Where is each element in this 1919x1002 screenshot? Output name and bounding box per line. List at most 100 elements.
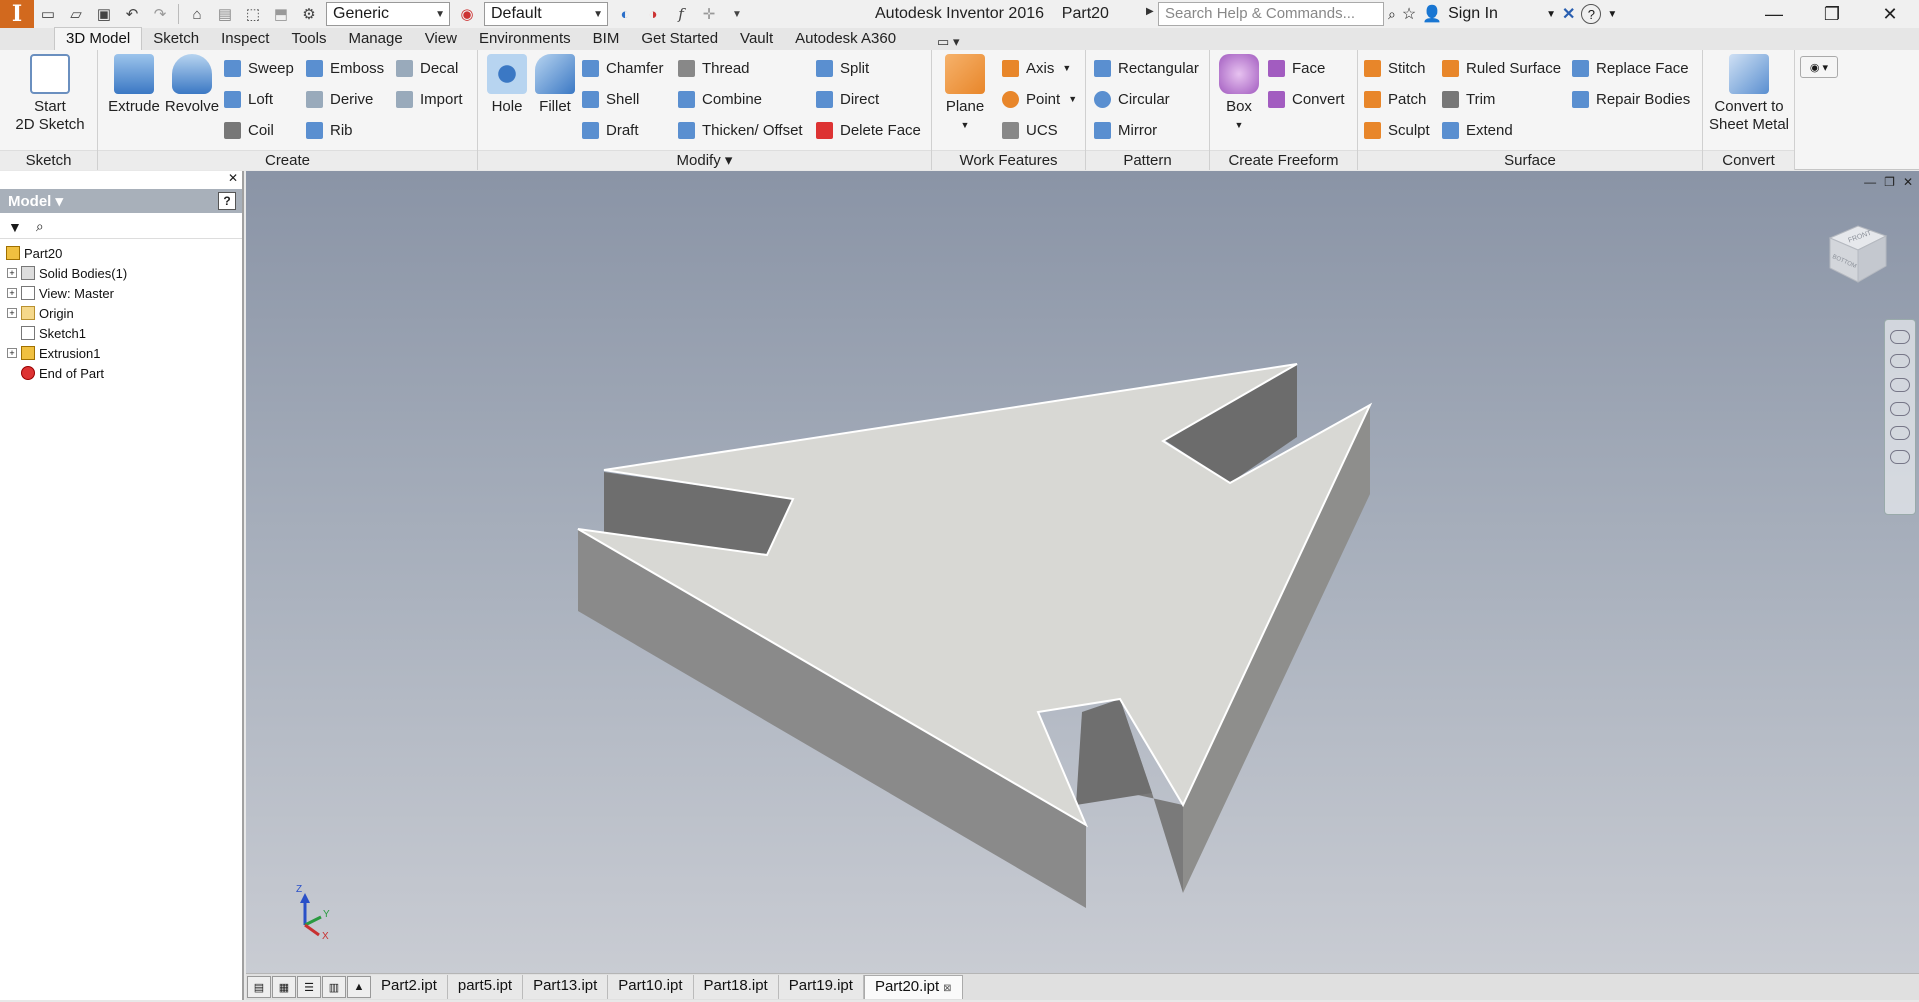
- delete-face-button[interactable]: Delete Face: [816, 119, 921, 141]
- tab-autodesk-a360[interactable]: Autodesk A360: [784, 28, 907, 50]
- steering-wheel-icon[interactable]: [1890, 330, 1910, 344]
- mirror-button[interactable]: Mirror: [1094, 119, 1157, 141]
- binoculars-icon[interactable]: ⌕: [1388, 6, 1396, 23]
- save-icon[interactable]: ▣: [93, 3, 115, 25]
- emboss-button[interactable]: Emboss: [306, 57, 384, 79]
- start-2d-sketch-button[interactable]: Start 2D Sketch: [8, 54, 92, 134]
- panel-label-modify[interactable]: Modify ▾: [478, 150, 931, 170]
- select-icon[interactable]: ⬚: [242, 3, 264, 25]
- close-window-button[interactable]: ✕: [1861, 0, 1919, 28]
- stitch-button[interactable]: Stitch: [1364, 57, 1426, 79]
- cascade-windows-icon[interactable]: ▤: [247, 976, 271, 998]
- fx-icon[interactable]: f: [670, 3, 692, 25]
- rectangular-pattern-button[interactable]: Rectangular: [1094, 57, 1199, 79]
- direct-button[interactable]: Direct: [816, 88, 879, 110]
- pan-icon[interactable]: [1890, 354, 1910, 368]
- material-dropdown[interactable]: Default ▼: [484, 2, 608, 26]
- tree-item-end-of-part[interactable]: End of Part: [0, 363, 242, 383]
- hole-button[interactable]: Hole: [482, 54, 532, 116]
- tab-3d-model[interactable]: 3D Model: [54, 27, 143, 50]
- coil-button[interactable]: Coil: [224, 119, 274, 141]
- replace-face-button[interactable]: Replace Face: [1572, 57, 1689, 79]
- minimize-button[interactable]: —: [1745, 0, 1803, 28]
- viewcube[interactable]: FRONT BOTTOM: [1820, 220, 1892, 290]
- binoculars-icon[interactable]: ⌕: [36, 218, 44, 235]
- expand-icon[interactable]: +: [7, 268, 17, 278]
- chevron-down-icon[interactable]: ▼: [1607, 9, 1617, 20]
- close-icon[interactable]: ✕: [228, 171, 238, 185]
- color-wheel-icon[interactable]: ◉: [456, 3, 478, 25]
- axis-button[interactable]: Axis ▼: [1002, 57, 1071, 79]
- tree-item-origin[interactable]: + Origin: [0, 303, 242, 323]
- inventor-logo-icon[interactable]: I: [0, 0, 34, 28]
- combine-button[interactable]: Combine: [678, 88, 762, 110]
- ruled-surface-button[interactable]: Ruled Surface: [1442, 57, 1561, 79]
- adjust-icon[interactable]: ◐: [614, 3, 636, 25]
- fillet-button[interactable]: Fillet: [530, 54, 580, 116]
- sign-in-button[interactable]: Sign In: [1448, 5, 1540, 23]
- help-icon[interactable]: ?: [1581, 4, 1602, 24]
- star-icon[interactable]: ☆: [1402, 4, 1416, 24]
- part-model[interactable]: [246, 171, 1919, 973]
- tile-vertical-icon[interactable]: ▥: [322, 976, 346, 998]
- point-button[interactable]: Point ▼: [1002, 88, 1077, 110]
- chevron-down-icon[interactable]: ▼: [1546, 9, 1556, 20]
- rib-button[interactable]: Rib: [306, 119, 353, 141]
- measure-icon[interactable]: ✛: [698, 3, 720, 25]
- redo-icon[interactable]: ↷: [149, 3, 171, 25]
- chamfer-button[interactable]: Chamfer: [582, 57, 664, 79]
- tab-inspect[interactable]: Inspect: [210, 28, 280, 50]
- expand-icon[interactable]: +: [7, 308, 17, 318]
- help-icon[interactable]: ?: [218, 192, 236, 210]
- tab-bim[interactable]: BIM: [582, 28, 631, 50]
- box-button[interactable]: Box ▼: [1216, 54, 1262, 134]
- tab-vault[interactable]: Vault: [729, 28, 784, 50]
- tab-sketch[interactable]: Sketch: [142, 28, 210, 50]
- tab-manage[interactable]: Manage: [337, 28, 413, 50]
- close-tab-icon[interactable]: ⊠: [943, 983, 951, 994]
- filter-icon[interactable]: ▼: [8, 219, 22, 235]
- tree-item-part20[interactable]: Part20: [0, 243, 242, 263]
- update-icon[interactable]: ⬒: [270, 3, 292, 25]
- tab-get-started[interactable]: Get Started: [630, 28, 729, 50]
- derive-button[interactable]: Derive: [306, 88, 373, 110]
- doc-tab-part2[interactable]: Part2.ipt: [371, 975, 448, 999]
- tree-item-view-master[interactable]: + View: Master: [0, 283, 242, 303]
- revolve-button[interactable]: Revolve: [162, 54, 222, 116]
- appearance-dropdown[interactable]: Generic ▼: [326, 2, 450, 26]
- settings-icon[interactable]: ⚙: [298, 3, 320, 25]
- nav-options-icon[interactable]: [1890, 450, 1910, 464]
- tile-horizontal-icon[interactable]: ☰: [297, 976, 321, 998]
- sculpt-button[interactable]: Sculpt: [1364, 119, 1430, 141]
- expand-icon[interactable]: +: [7, 288, 17, 298]
- sweep-button[interactable]: Sweep: [224, 57, 294, 79]
- thicken-offset-button[interactable]: Thicken/ Offset: [678, 119, 803, 141]
- convert-to-sheet-metal-button[interactable]: Convert to Sheet Metal: [1707, 54, 1791, 134]
- doc-tab-part20[interactable]: Part20.ipt ⊠: [863, 975, 963, 999]
- new-file-icon[interactable]: ▭: [37, 3, 59, 25]
- loft-button[interactable]: Loft: [224, 88, 273, 110]
- search-input[interactable]: Search Help & Commands...: [1158, 2, 1384, 26]
- ucs-button[interactable]: UCS: [1002, 119, 1058, 141]
- undo-icon[interactable]: ↶: [121, 3, 143, 25]
- tree-item-sketch1[interactable]: Sketch1: [0, 323, 242, 343]
- decal-button[interactable]: Decal: [396, 57, 458, 79]
- face-button[interactable]: Face: [1268, 57, 1325, 79]
- restore-button[interactable]: ❐: [1803, 0, 1861, 28]
- import-button[interactable]: Import: [396, 88, 463, 110]
- doc-tab-part19[interactable]: Part19.ipt: [778, 975, 864, 999]
- extend-button[interactable]: Extend: [1442, 119, 1513, 141]
- search-expand-icon[interactable]: ▶: [1146, 6, 1154, 17]
- thread-button[interactable]: Thread: [678, 57, 750, 79]
- extrude-button[interactable]: Extrude: [104, 54, 164, 116]
- open-folder-icon[interactable]: ▱: [65, 3, 87, 25]
- exchange-icon[interactable]: ✕: [1562, 4, 1575, 24]
- tab-tools[interactable]: Tools: [280, 28, 337, 50]
- print-icon[interactable]: ▤: [214, 3, 236, 25]
- convert-button[interactable]: Convert: [1268, 88, 1345, 110]
- tab-environments[interactable]: Environments: [468, 28, 582, 50]
- tile-windows-icon[interactable]: ▦: [272, 976, 296, 998]
- plane-button[interactable]: Plane ▼: [940, 54, 990, 134]
- expand-icon[interactable]: +: [7, 348, 17, 358]
- patch-button[interactable]: Patch: [1364, 88, 1426, 110]
